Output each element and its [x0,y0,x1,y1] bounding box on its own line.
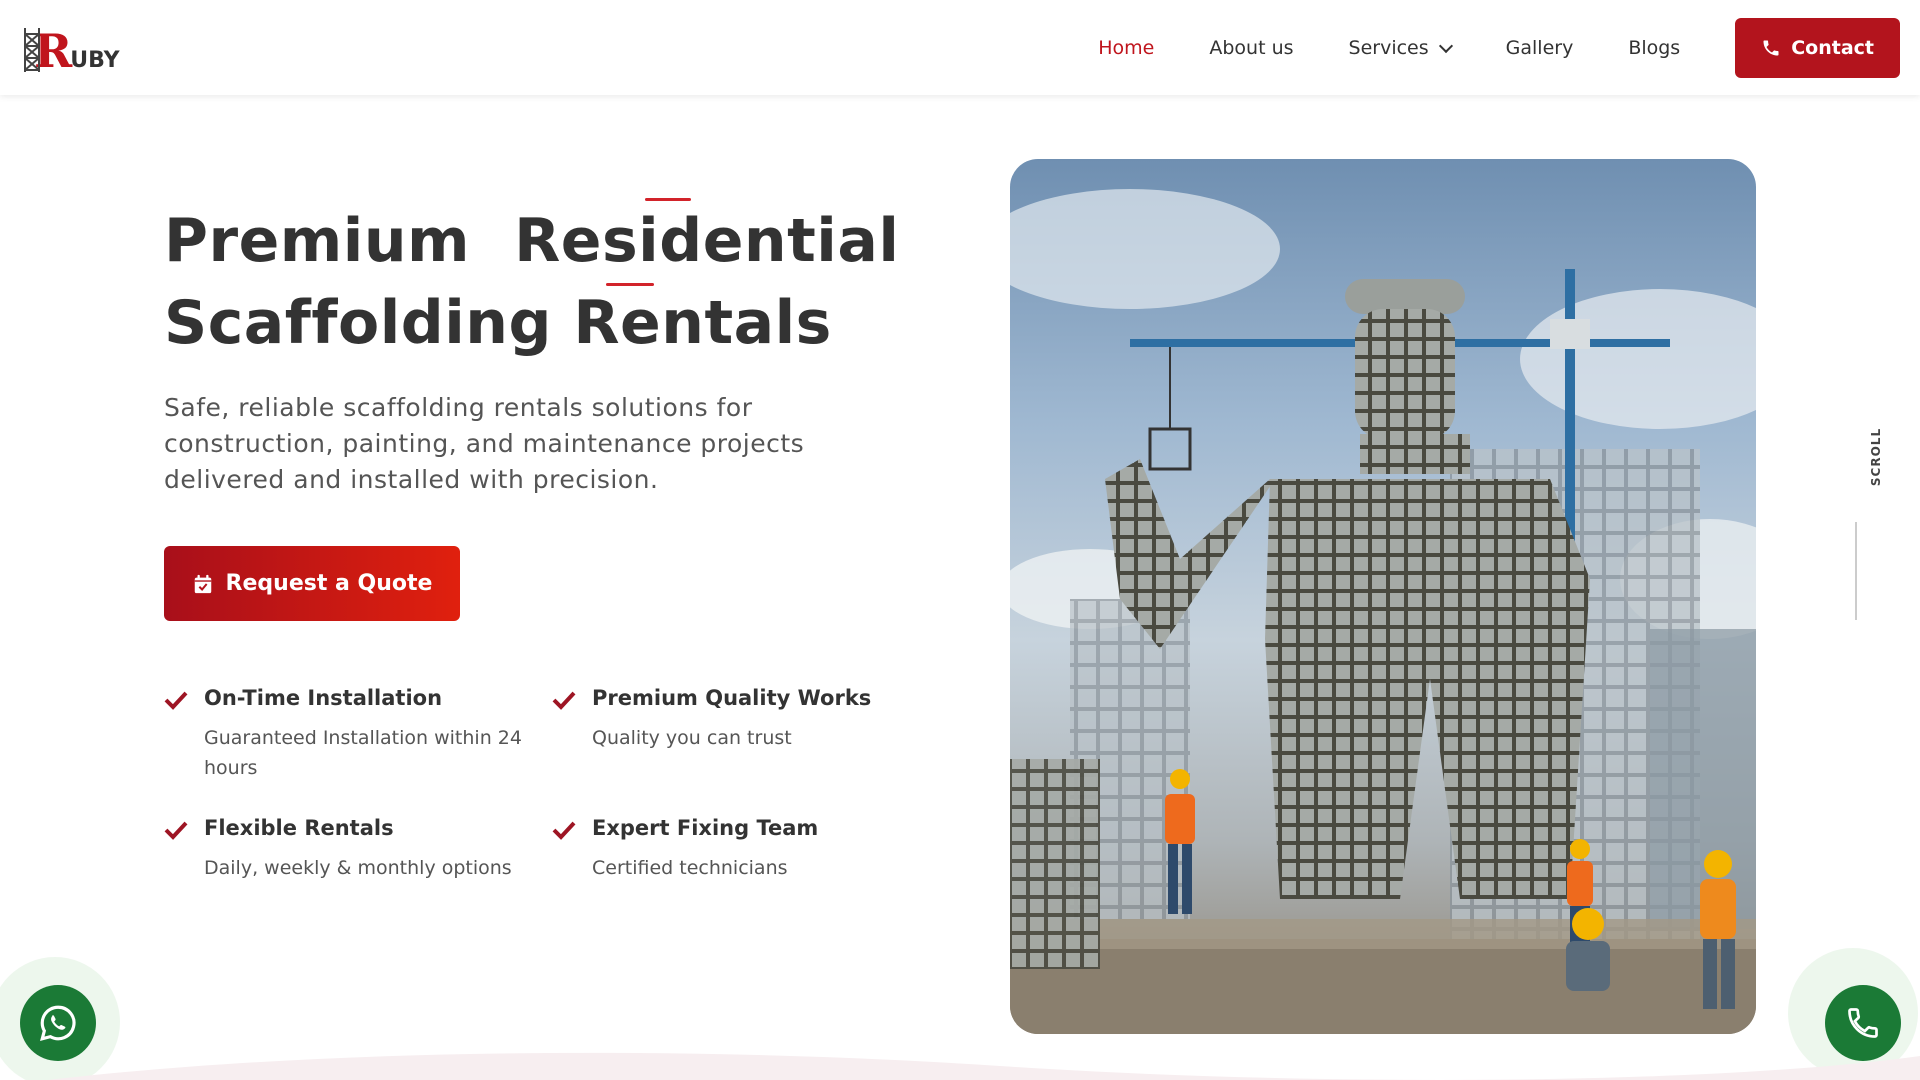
phone-icon [1763,40,1779,56]
feature-title: Expert Fixing Team [592,816,819,840]
bottom-wave-decoration [48,1052,1920,1080]
hero-image [1010,159,1756,1034]
check-icon [552,691,576,710]
check-icon [164,691,188,710]
request-quote-label: Request a Quote [225,571,433,596]
scaffold-giant-illustration [1010,189,1756,1034]
title-accent-bottom [606,283,654,286]
nav-about-label: About us [1209,37,1294,59]
nav-gallery-label: Gallery [1505,37,1574,59]
contact-button[interactable]: Contact [1735,18,1900,78]
ruby-logo[interactable]: R UBY [22,22,122,74]
whatsapp-icon [40,1005,76,1041]
feature-desc: Guaranteed Installation within 24 hours [204,727,522,779]
nav-blogs[interactable]: Blogs [1628,37,1680,59]
logo-wordmark: UBY [70,48,120,73]
nav-home[interactable]: Home [1098,37,1154,59]
check-icon [164,821,188,840]
hero-title-line-2: Scaffolding Rentals [164,288,832,358]
hero-title: Premium Residential Scaffolding Rentals [164,200,924,364]
chevron-down-icon [1438,38,1453,53]
scroll-indicator-label: SCROLL [1869,427,1883,487]
scaffold-logo-icon [24,28,40,72]
nav-home-label: Home [1098,37,1155,59]
calendar-check-icon [194,574,211,593]
hero-title-word-1: Premium [164,206,471,276]
title-accent-top [645,198,691,201]
feature-title: On-Time Installation [204,686,443,710]
contact-button-label: Contact [1791,37,1874,59]
scroll-indicator-line [1855,522,1857,620]
feature-title: Premium Quality Works [592,686,872,710]
request-quote-button[interactable]: Request a Quote [164,546,460,621]
nav-services-label: Services [1348,37,1429,59]
hero-title-word-2: Residential [514,206,900,276]
feature-desc: Daily, weekly & monthly options [204,857,512,879]
hero-subtitle: Safe, reliable scaffolding rentals solut… [164,393,805,494]
nav-about[interactable]: About us [1209,37,1293,59]
nav-services[interactable]: Services [1348,37,1453,59]
main-nav: Home About us Services Gallery Blogs Con… [1098,18,1900,78]
nav-blogs-label: Blogs [1628,37,1681,59]
feature-title: Flexible Rentals [204,816,394,840]
site-header: R UBY Home About us Services Gallery Blo… [0,0,1920,95]
check-icon [552,821,576,840]
phone-icon [1848,1008,1878,1038]
feature-desc: Certified technicians [592,857,788,879]
feature-desc: Quality you can trust [592,727,792,749]
nav-gallery[interactable]: Gallery [1506,37,1574,59]
